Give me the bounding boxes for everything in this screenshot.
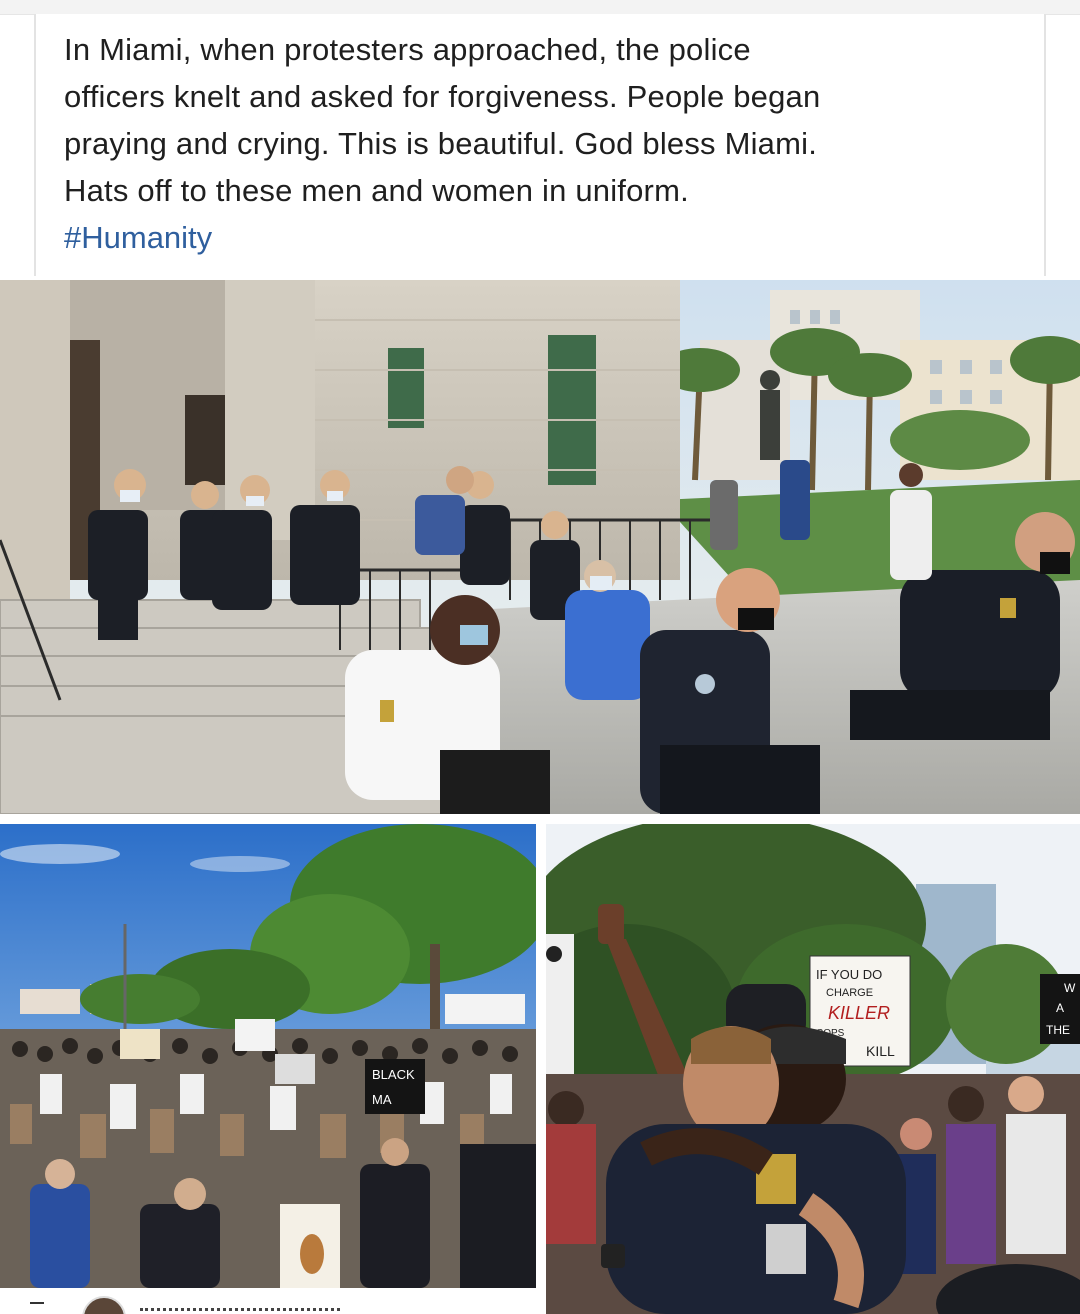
side-sign-line-1: W (1064, 981, 1076, 995)
sign-black-text: BLACK (372, 1067, 415, 1082)
photo-icon (0, 280, 1080, 814)
photo-officers-kneeling[interactable] (0, 280, 1080, 814)
photo-officer-hug[interactable]: IF YOU DO CHARGE KILLER COPS KILL W A TH… (546, 824, 1080, 1314)
sign-line-5: KILL (866, 1043, 895, 1059)
post-caption: In Miami, when protesters approached, th… (64, 32, 821, 208)
post-card: In Miami, when protesters approached, th… (34, 14, 1046, 276)
photo-icon: BLACK MA (0, 824, 536, 1288)
side-sign-line-3: THE (1046, 1023, 1070, 1037)
sign-ma-text: MA (372, 1092, 392, 1107)
hashtag-link[interactable]: #Humanity (64, 214, 212, 261)
sign-line-1: IF YOU DO (816, 967, 882, 982)
sign-line-3: KILLER (828, 1003, 890, 1023)
top-bar (0, 0, 1080, 15)
arrow-icon[interactable] (30, 1302, 44, 1310)
photo-crowd-kneeling[interactable]: BLACK MA (0, 824, 536, 1288)
side-sign-line-2: A (1056, 1001, 1064, 1015)
username-placeholder (140, 1298, 360, 1314)
photo-icon: IF YOU DO CHARGE KILLER COPS KILL W A TH… (546, 824, 1080, 1314)
sign-line-2: CHARGE (826, 987, 873, 999)
